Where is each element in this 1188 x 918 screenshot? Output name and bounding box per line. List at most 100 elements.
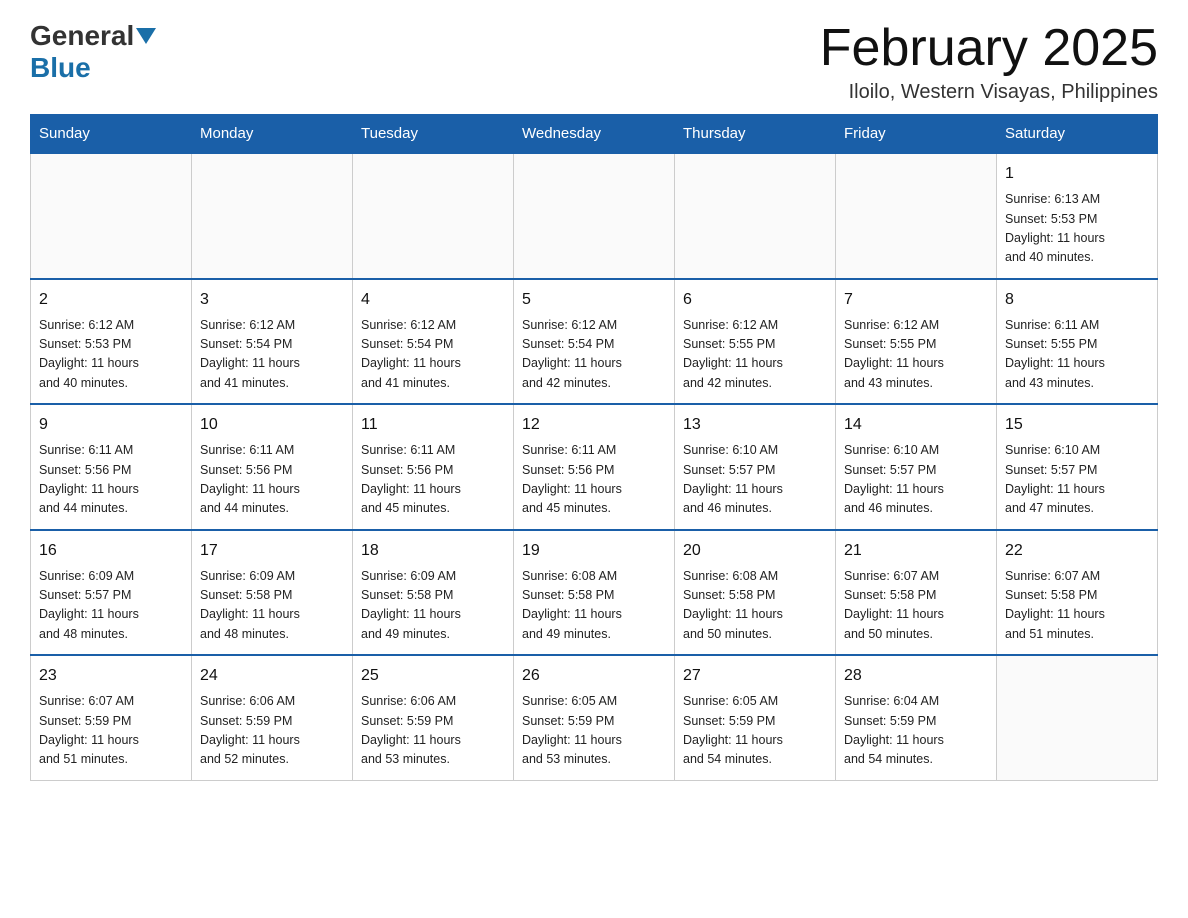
day-number: 22 [1005, 539, 1149, 563]
day-info: Sunrise: 6:06 AMSunset: 5:59 PMDaylight:… [200, 692, 344, 770]
day-info: Sunrise: 6:07 AMSunset: 5:58 PMDaylight:… [844, 567, 988, 645]
day-number: 23 [39, 664, 183, 688]
day-info: Sunrise: 6:05 AMSunset: 5:59 PMDaylight:… [683, 692, 827, 770]
day-number: 28 [844, 664, 988, 688]
table-row: 14 Sunrise: 6:10 AMSunset: 5:57 PMDayligh… [836, 404, 997, 530]
week-row-1: 1 Sunrise: 6:13 AMSunset: 5:53 PMDaylight… [31, 153, 1158, 279]
day-info: Sunrise: 6:07 AMSunset: 5:58 PMDaylight:… [1005, 567, 1149, 645]
day-info: Sunrise: 6:12 AMSunset: 5:55 PMDaylight:… [683, 316, 827, 394]
table-row: 26 Sunrise: 6:05 AMSunset: 5:59 PMDayligh… [514, 655, 675, 780]
day-number: 7 [844, 288, 988, 312]
header-wednesday: Wednesday [514, 115, 675, 154]
day-info: Sunrise: 6:04 AMSunset: 5:59 PMDaylight:… [844, 692, 988, 770]
day-number: 6 [683, 288, 827, 312]
table-row [514, 153, 675, 279]
table-row [353, 153, 514, 279]
day-info: Sunrise: 6:09 AMSunset: 5:58 PMDaylight:… [361, 567, 505, 645]
day-number: 12 [522, 413, 666, 437]
table-row: 7Sunrise: 6:12 AMSunset: 5:55 PMDaylight… [836, 279, 997, 405]
header-monday: Monday [192, 115, 353, 154]
header-sunday: Sunday [31, 115, 192, 154]
table-row: 27Sunrise: 6:05 AMSunset: 5:59 PMDayligh… [675, 655, 836, 780]
table-row: 1 Sunrise: 6:13 AMSunset: 5:53 PMDaylight… [997, 153, 1158, 279]
table-row: 8 Sunrise: 6:11 AMSunset: 5:55 PMDaylight… [997, 279, 1158, 405]
day-number: 20 [683, 539, 827, 563]
day-number: 11 [361, 413, 505, 437]
day-number: 17 [200, 539, 344, 563]
day-info: Sunrise: 6:11 AMSunset: 5:55 PMDaylight:… [1005, 316, 1149, 394]
day-info: Sunrise: 6:09 AMSunset: 5:58 PMDaylight:… [200, 567, 344, 645]
day-number: 5 [522, 288, 666, 312]
title-section: February 2025 Iloilo, Western Visayas, P… [820, 20, 1158, 104]
day-info: Sunrise: 6:06 AMSunset: 5:59 PMDaylight:… [361, 692, 505, 770]
table-row: 19Sunrise: 6:08 AMSunset: 5:58 PMDayligh… [514, 530, 675, 656]
table-row: 18 Sunrise: 6:09 AMSunset: 5:58 PMDayligh… [353, 530, 514, 656]
weekday-header-row: Sunday Monday Tuesday Wednesday Thursday… [31, 115, 1158, 154]
day-info: Sunrise: 6:12 AMSunset: 5:54 PMDaylight:… [522, 316, 666, 394]
table-row: 23 Sunrise: 6:07 AMSunset: 5:59 PMDayligh… [31, 655, 192, 780]
day-number: 15 [1005, 413, 1149, 437]
calendar-table: Sunday Monday Tuesday Wednesday Thursday… [30, 114, 1158, 781]
day-info: Sunrise: 6:13 AMSunset: 5:53 PMDaylight:… [1005, 190, 1149, 268]
day-info: Sunrise: 6:10 AMSunset: 5:57 PMDaylight:… [683, 441, 827, 519]
day-number: 10 [200, 413, 344, 437]
table-row: 11Sunrise: 6:11 AMSunset: 5:56 PMDayligh… [353, 404, 514, 530]
table-row: 13 Sunrise: 6:10 AMSunset: 5:57 PMDayligh… [675, 404, 836, 530]
day-info: Sunrise: 6:10 AMSunset: 5:57 PMDaylight:… [1005, 441, 1149, 519]
table-row: 25 Sunrise: 6:06 AMSunset: 5:59 PMDayligh… [353, 655, 514, 780]
table-row [192, 153, 353, 279]
day-info: Sunrise: 6:11 AMSunset: 5:56 PMDaylight:… [200, 441, 344, 519]
day-info: Sunrise: 6:07 AMSunset: 5:59 PMDaylight:… [39, 692, 183, 770]
day-number: 25 [361, 664, 505, 688]
day-number: 16 [39, 539, 183, 563]
day-number: 9 [39, 413, 183, 437]
week-row-5: 23 Sunrise: 6:07 AMSunset: 5:59 PMDayligh… [31, 655, 1158, 780]
day-info: Sunrise: 6:11 AMSunset: 5:56 PMDaylight:… [39, 441, 183, 519]
day-info: Sunrise: 6:11 AMSunset: 5:56 PMDaylight:… [522, 441, 666, 519]
week-row-2: 2 Sunrise: 6:12 AMSunset: 5:53 PMDaylight… [31, 279, 1158, 405]
table-row: 10 Sunrise: 6:11 AMSunset: 5:56 PMDayligh… [192, 404, 353, 530]
table-row: 6 Sunrise: 6:12 AMSunset: 5:55 PMDaylight… [675, 279, 836, 405]
header-saturday: Saturday [997, 115, 1158, 154]
logo-blue-text: Blue [30, 52, 91, 84]
header-friday: Friday [836, 115, 997, 154]
table-row: 5 Sunrise: 6:12 AMSunset: 5:54 PMDaylight… [514, 279, 675, 405]
calendar-title: February 2025 [820, 20, 1158, 77]
day-info: Sunrise: 6:12 AMSunset: 5:54 PMDaylight:… [361, 316, 505, 394]
table-row: 12 Sunrise: 6:11 AMSunset: 5:56 PMDayligh… [514, 404, 675, 530]
table-row: 16Sunrise: 6:09 AMSunset: 5:57 PMDayligh… [31, 530, 192, 656]
table-row: 17 Sunrise: 6:09 AMSunset: 5:58 PMDayligh… [192, 530, 353, 656]
table-row: 22 Sunrise: 6:07 AMSunset: 5:58 PMDayligh… [997, 530, 1158, 656]
day-number: 8 [1005, 288, 1149, 312]
day-number: 1 [1005, 162, 1149, 186]
week-row-3: 9 Sunrise: 6:11 AMSunset: 5:56 PMDaylight… [31, 404, 1158, 530]
logo: General Blue [30, 20, 158, 84]
day-number: 14 [844, 413, 988, 437]
day-number: 26 [522, 664, 666, 688]
table-row: 28 Sunrise: 6:04 AMSunset: 5:59 PMDayligh… [836, 655, 997, 780]
day-number: 24 [200, 664, 344, 688]
table-row [675, 153, 836, 279]
logo-general-text: General [30, 20, 134, 52]
day-number: 3 [200, 288, 344, 312]
table-row: 3 Sunrise: 6:12 AMSunset: 5:54 PMDaylight… [192, 279, 353, 405]
day-number: 21 [844, 539, 988, 563]
day-number: 18 [361, 539, 505, 563]
day-info: Sunrise: 6:05 AMSunset: 5:59 PMDaylight:… [522, 692, 666, 770]
day-info: Sunrise: 6:10 AMSunset: 5:57 PMDaylight:… [844, 441, 988, 519]
table-row [836, 153, 997, 279]
table-row: 15 Sunrise: 6:10 AMSunset: 5:57 PMDayligh… [997, 404, 1158, 530]
table-row: 2 Sunrise: 6:12 AMSunset: 5:53 PMDaylight… [31, 279, 192, 405]
day-number: 2 [39, 288, 183, 312]
day-info: Sunrise: 6:12 AMSunset: 5:53 PMDaylight:… [39, 316, 183, 394]
page-header: General Blue February 2025 Iloilo, Weste… [30, 20, 1158, 104]
day-info: Sunrise: 6:12 AMSunset: 5:54 PMDaylight:… [200, 316, 344, 394]
table-row: 21 Sunrise: 6:07 AMSunset: 5:58 PMDayligh… [836, 530, 997, 656]
header-thursday: Thursday [675, 115, 836, 154]
header-tuesday: Tuesday [353, 115, 514, 154]
table-row: 24 Sunrise: 6:06 AMSunset: 5:59 PMDayligh… [192, 655, 353, 780]
table-row [31, 153, 192, 279]
day-number: 13 [683, 413, 827, 437]
table-row: 20Sunrise: 6:08 AMSunset: 5:58 PMDayligh… [675, 530, 836, 656]
table-row: 4Sunrise: 6:12 AMSunset: 5:54 PMDaylight… [353, 279, 514, 405]
